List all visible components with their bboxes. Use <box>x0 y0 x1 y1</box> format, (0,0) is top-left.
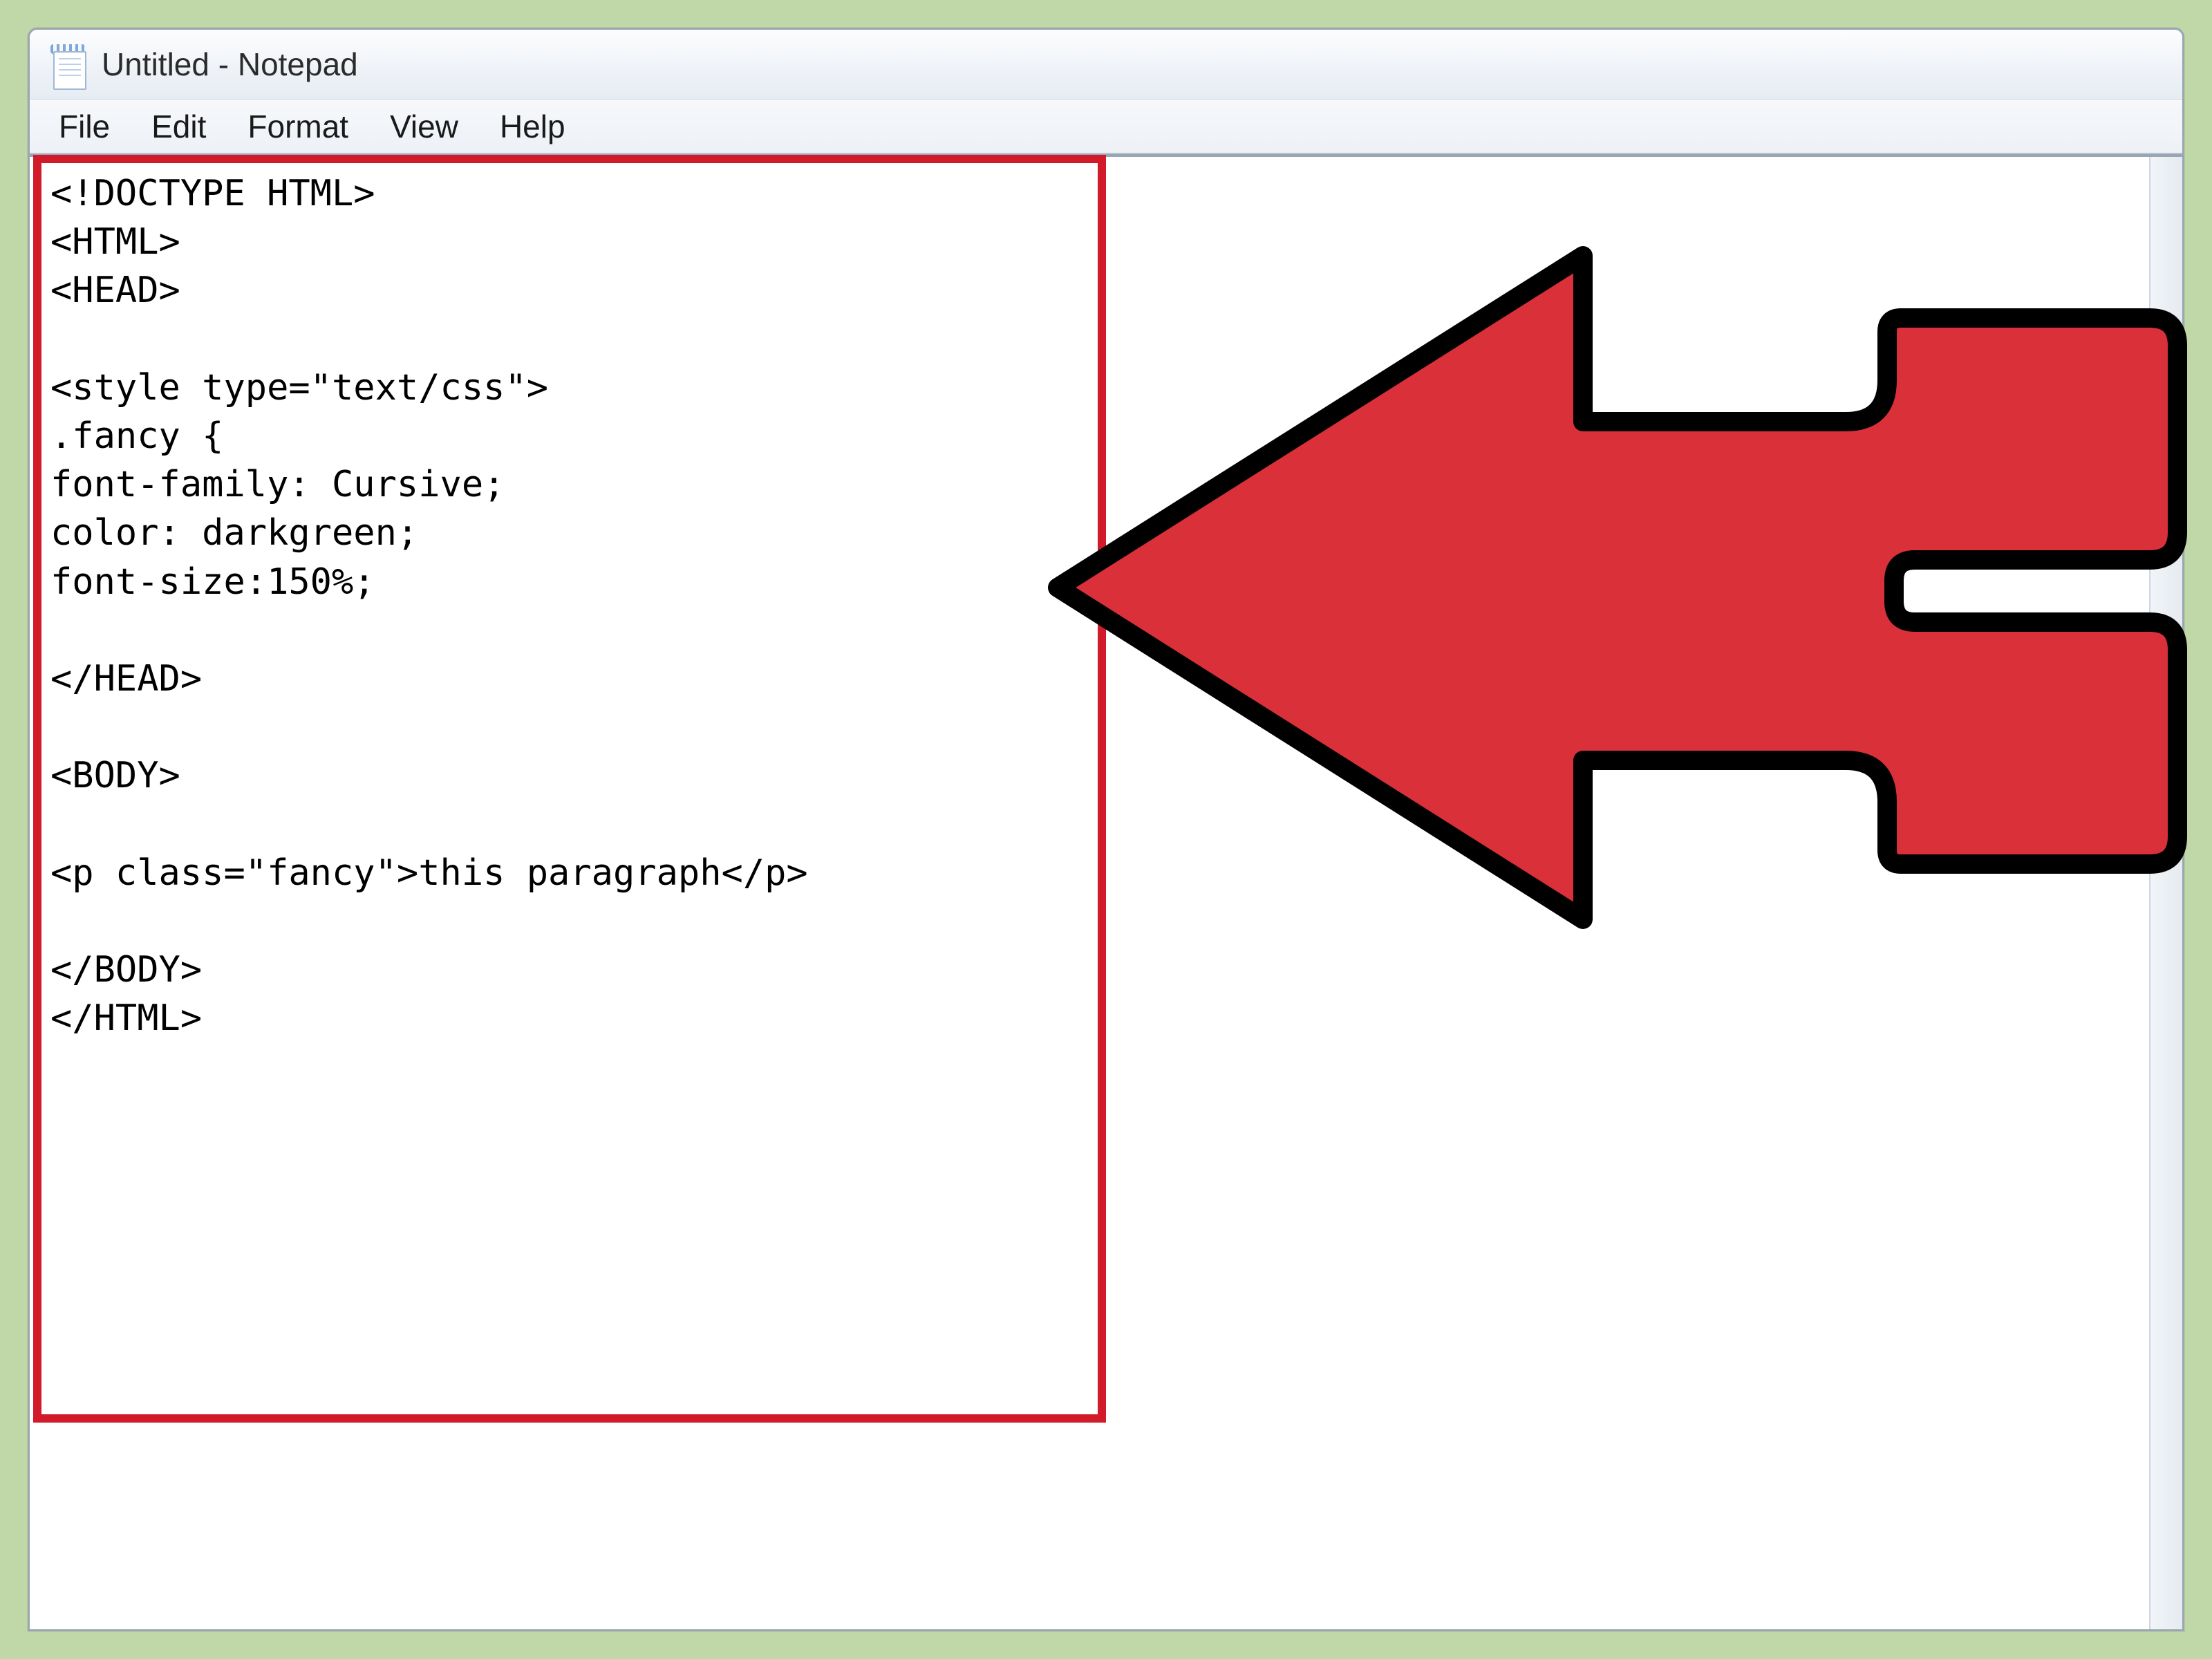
text-editor[interactable]: <!DOCTYPE HTML> <HTML> <HEAD> <style typ… <box>30 157 2149 1631</box>
menu-file[interactable]: File <box>55 105 114 148</box>
background-frame: Untitled - Notepad File Edit Format View… <box>0 0 2212 1659</box>
menu-edit[interactable]: Edit <box>147 105 210 148</box>
menu-format[interactable]: Format <box>243 105 353 148</box>
notepad-icon <box>49 41 86 87</box>
vertical-scrollbar[interactable] <box>2149 157 2182 1631</box>
menu-view[interactable]: View <box>386 105 462 148</box>
menubar: File Edit Format View Help <box>30 100 2182 154</box>
editor-wrap: <!DOCTYPE HTML> <HTML> <HEAD> <style typ… <box>30 157 2182 1631</box>
notepad-window: Untitled - Notepad File Edit Format View… <box>28 28 2184 1631</box>
window-title: Untitled - Notepad <box>102 46 358 83</box>
titlebar[interactable]: Untitled - Notepad <box>30 30 2182 100</box>
menu-help[interactable]: Help <box>496 105 570 148</box>
